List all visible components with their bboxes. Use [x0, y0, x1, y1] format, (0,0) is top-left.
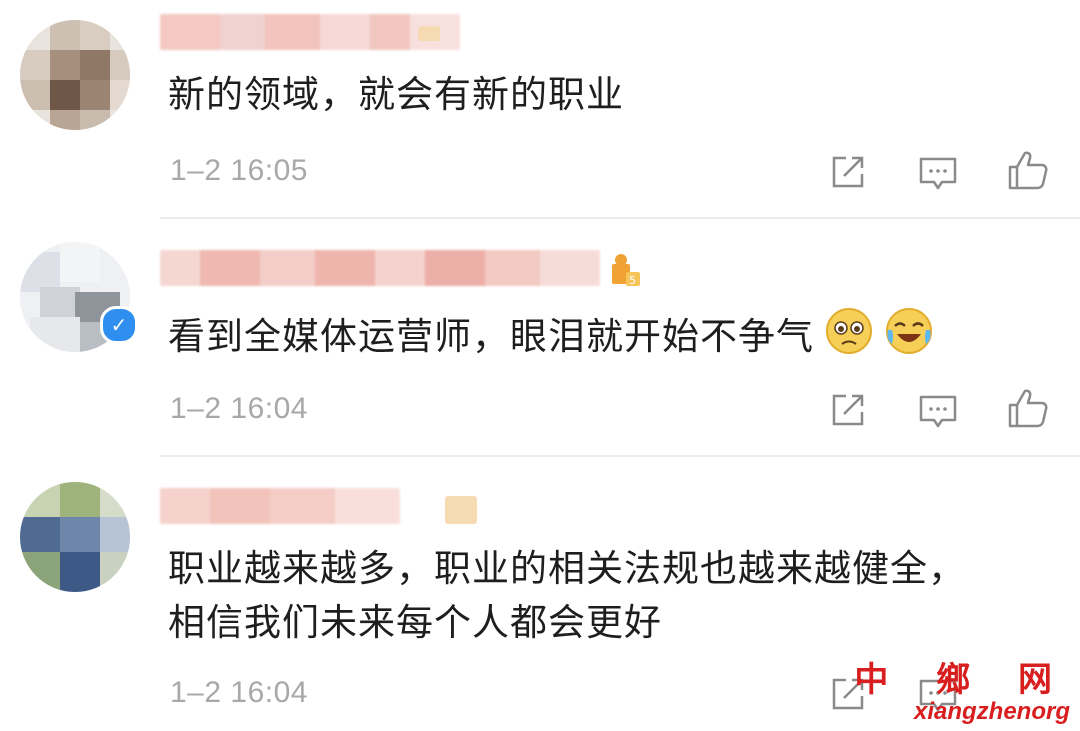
watermark-english: xiangzhenorg: [913, 698, 1070, 725]
site-watermark: 中 鄉 网 xiangzhenorg: [854, 661, 1070, 725]
comment-feed: 新的领域，就会有新的职业 1–2 16:05 ✓ 5 看到全媒体运营师，眼泪就开…: [0, 0, 1080, 731]
comment-icon[interactable]: [916, 390, 960, 434]
username[interactable]: [160, 250, 600, 286]
like-icon[interactable]: [1006, 148, 1050, 192]
share-icon[interactable]: [826, 150, 870, 194]
comment-text: 新的领域，就会有新的职业: [168, 68, 624, 122]
like-icon[interactable]: [1006, 386, 1050, 430]
share-icon[interactable]: [826, 388, 870, 432]
laughing-crying-icon: [884, 306, 934, 371]
watermark-chinese: 中 鄉 网: [854, 660, 1070, 700]
username[interactable]: [160, 488, 400, 524]
comment-text-line: 相信我们未来每个人都会更好: [168, 601, 662, 644]
avatar[interactable]: [20, 20, 130, 130]
comment-item: 新的领域，就会有新的职业 1–2 16:05: [0, 0, 1080, 218]
comment-timestamp: 1–2 16:04: [170, 392, 308, 425]
user-badge-icon: [412, 22, 446, 60]
comment-text: 职业越来越多，职业的相关法规也越来越健全， 相信我们未来每个人都会更好: [168, 542, 966, 650]
verified-badge-icon: ✓: [100, 306, 138, 344]
comment-text-line: 职业越来越多，职业的相关法规也越来越健全，: [168, 547, 966, 590]
avatar[interactable]: [20, 482, 130, 592]
comment-icon[interactable]: [916, 152, 960, 196]
sad-face-icon: [824, 306, 874, 371]
comment-item: ✓ 5 看到全媒体运营师，眼泪就开始不争气 1–2 16:04: [0, 220, 1080, 456]
divider: [160, 455, 1080, 457]
comment-timestamp: 1–2 16:05: [170, 154, 308, 187]
comment-text-line: 看到全媒体运营师，眼泪就开始不争气: [168, 315, 814, 358]
user-level-badge-icon: 5: [608, 252, 642, 290]
comment-timestamp: 1–2 16:04: [170, 676, 308, 709]
comment-text-line: 新的领域，就会有新的职业: [168, 73, 624, 116]
comment-text: 看到全媒体运营师，眼泪就开始不争气: [168, 306, 934, 371]
user-badge-icon: [412, 492, 477, 530]
svg-text:5: 5: [629, 274, 636, 287]
divider: [160, 217, 1080, 219]
